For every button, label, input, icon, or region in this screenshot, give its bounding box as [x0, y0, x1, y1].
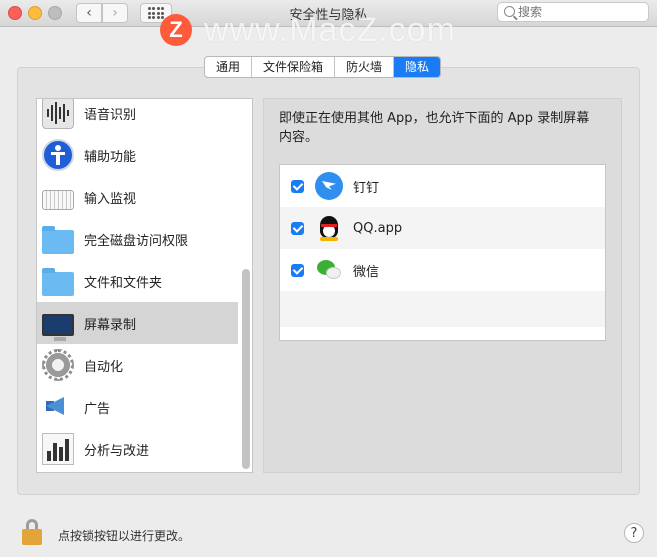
- lock-button[interactable]: [22, 519, 42, 545]
- sidebar-item-label: 广告: [84, 401, 111, 417]
- megaphone-icon: [42, 391, 74, 423]
- sidebar-item-label: 完全磁盘访问权限: [84, 233, 189, 249]
- sidebar-item-speech-recognition[interactable]: 语音识别: [37, 99, 238, 134]
- sidebar-item-label: 语音识别: [84, 107, 137, 123]
- app-checkbox[interactable]: [291, 179, 304, 193]
- qq-icon: [315, 214, 343, 242]
- tab-filevault[interactable]: 文件保险箱: [252, 57, 336, 77]
- app-row-dingtalk[interactable]: 钉钉: [280, 165, 605, 207]
- keyboard-icon: [42, 190, 74, 210]
- empty-row: [280, 291, 605, 327]
- monitor-icon: [42, 313, 74, 341]
- chart-icon: [42, 433, 74, 465]
- sidebar-item-label: 辅助功能: [84, 149, 137, 165]
- app-label: 钉钉: [353, 180, 380, 196]
- sidebar-item-advertising[interactable]: 广告: [37, 386, 238, 428]
- app-label: QQ.app: [353, 220, 403, 236]
- sidebar-item-files-and-folders[interactable]: 文件和文件夹: [37, 260, 238, 302]
- sidebar-item-analytics[interactable]: 分析与改进: [37, 428, 238, 470]
- sidebar-item-full-disk-access[interactable]: 完全磁盘访问权限: [37, 218, 238, 260]
- sidebar-item-label: 自动化: [84, 359, 124, 375]
- help-button[interactable]: ?: [624, 523, 644, 543]
- folder-icon: [42, 226, 74, 254]
- sidebar-item-input-monitoring[interactable]: 输入监视: [37, 176, 238, 218]
- dingtalk-icon: [315, 172, 343, 200]
- app-list: 钉钉 QQ.app 微信: [279, 164, 606, 341]
- list-scrollbar[interactable]: [242, 269, 250, 469]
- speech-recognition-icon: [42, 99, 74, 129]
- tab-bar: 通用 文件保险箱 防火墙 隐私: [204, 56, 442, 78]
- app-row-qq[interactable]: QQ.app: [280, 207, 605, 249]
- sidebar-item-label: 输入监视: [84, 191, 137, 207]
- sidebar-item-automation[interactable]: 自动化: [37, 344, 238, 386]
- app-checkbox[interactable]: [291, 263, 304, 277]
- app-checkbox[interactable]: [291, 221, 304, 235]
- app-label: 微信: [353, 264, 380, 280]
- sidebar-item-label: 文件和文件夹: [84, 275, 163, 291]
- screen-recording-description: 即使正在使用其他 App，也允许下面的 App 录制屏幕内容。: [279, 111, 590, 145]
- title-bar: ‹ › 安全性与隐私: [0, 0, 657, 27]
- sidebar-item-label: 分析与改进: [84, 443, 150, 459]
- sidebar-item-label: 屏幕录制: [84, 317, 137, 333]
- accessibility-icon: [42, 139, 74, 171]
- gear-icon: [42, 349, 74, 381]
- sidebar-item-accessibility[interactable]: 辅助功能: [37, 134, 238, 176]
- sidebar-item-screen-recording[interactable]: 屏幕录制: [37, 302, 238, 344]
- tab-general[interactable]: 通用: [205, 57, 253, 77]
- search-box[interactable]: [497, 2, 649, 22]
- lock-hint: 点按锁按钮以进行更改。: [58, 529, 191, 543]
- app-row-wechat[interactable]: 微信: [280, 249, 605, 291]
- wechat-icon: [315, 256, 343, 284]
- folder-icon: [42, 268, 74, 296]
- tab-firewall[interactable]: 防火墙: [335, 57, 395, 77]
- search-input[interactable]: [518, 3, 643, 21]
- tab-privacy[interactable]: 隐私: [394, 57, 441, 77]
- search-icon: [504, 6, 515, 17]
- privacy-category-list[interactable]: 语音识别 辅助功能 输入监视 完全磁盘访问权限 文件和文件夹 屏幕录制 自动化 …: [36, 98, 253, 473]
